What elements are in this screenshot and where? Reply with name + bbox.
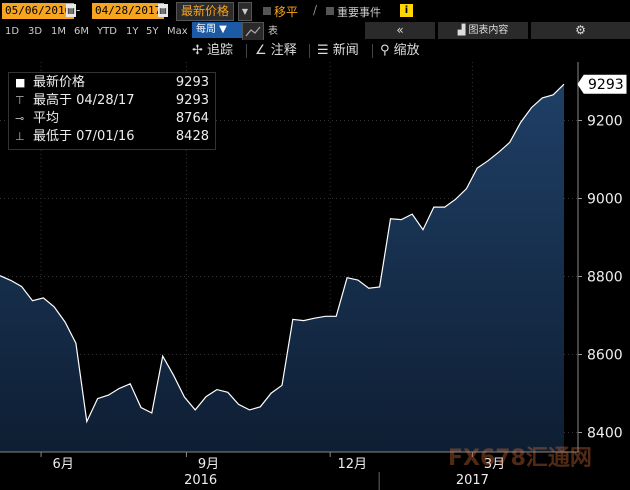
legend-last-value: 9293 bbox=[175, 75, 209, 90]
x-tick-label: 6月 bbox=[53, 457, 74, 472]
high-marker-icon: ⊤ bbox=[15, 94, 25, 107]
legend-avg-value: 8764 bbox=[175, 111, 209, 126]
y-tick-label: 9000 bbox=[587, 192, 623, 208]
year-label: 2017 bbox=[456, 473, 489, 488]
legend-high-value: 9293 bbox=[175, 93, 209, 108]
y-tick-label: 8800 bbox=[587, 270, 623, 286]
x-tick-label: 9月 bbox=[198, 457, 219, 472]
y-tick-label: 9200 bbox=[587, 114, 623, 130]
legend-row-low: ⊥ 最低于 07/01/16 8428 bbox=[9, 128, 215, 146]
legend-row-last: ■ 最新价格 9293 bbox=[9, 74, 215, 92]
legend-box: ■ 最新价格 9293 ⊤ 最高于 04/28/17 9293 ⊸ 平均 876… bbox=[8, 72, 216, 150]
legend-avg-label: 平均 bbox=[33, 111, 60, 126]
legend-low-label: 最低于 07/01/16 bbox=[33, 129, 135, 144]
last-value-label: 9293 bbox=[588, 77, 624, 93]
legend-row-high: ⊤ 最高于 04/28/17 9293 bbox=[9, 92, 215, 110]
square-icon: ■ bbox=[15, 76, 26, 89]
y-tick-label: 8600 bbox=[587, 348, 623, 364]
average-marker-icon: ⊸ bbox=[15, 112, 25, 125]
low-marker-icon: ⊥ bbox=[15, 130, 25, 143]
x-tick-label: 12月 bbox=[338, 457, 368, 472]
watermark: FX678汇通网 bbox=[448, 446, 592, 471]
year-label: 2016 bbox=[184, 473, 217, 488]
y-tick-label: 8400 bbox=[587, 426, 623, 442]
legend-row-avg: ⊸ 平均 8764 bbox=[9, 110, 215, 128]
legend-last-label: 最新价格 bbox=[33, 75, 86, 90]
legend-low-value: 8428 bbox=[175, 129, 209, 144]
legend-high-label: 最高于 04/28/17 bbox=[33, 93, 135, 108]
